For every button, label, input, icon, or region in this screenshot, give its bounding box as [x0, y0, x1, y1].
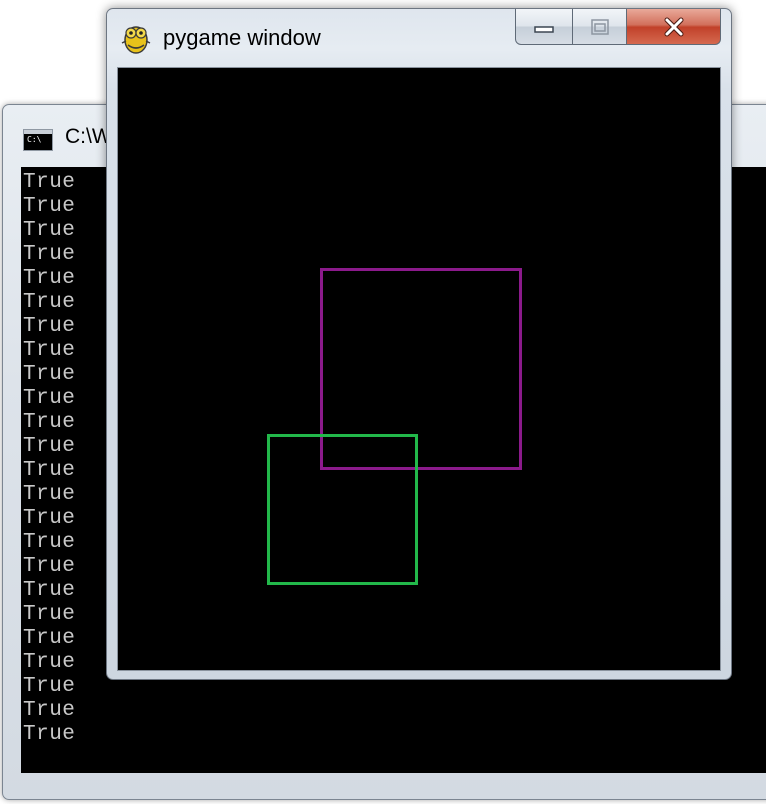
pygame-snake-icon: [121, 23, 151, 55]
console-line: True: [23, 483, 76, 506]
close-icon: [627, 9, 720, 44]
console-line: True: [23, 195, 76, 218]
pygame-canvas[interactable]: [117, 67, 721, 671]
pygame-window[interactable]: pygame window: [106, 8, 732, 680]
console-line: True: [23, 387, 76, 410]
console-line: True: [23, 435, 76, 458]
console-line: True: [23, 219, 76, 242]
console-line: True: [23, 315, 76, 338]
maximize-button[interactable]: [573, 9, 627, 45]
console-line: True: [23, 363, 76, 386]
console-icon: C:\: [23, 129, 53, 151]
caption-buttons: [515, 9, 721, 49]
console-line: True: [23, 555, 76, 578]
green-rectangle: [267, 434, 418, 585]
console-line: True: [23, 171, 76, 194]
console-line: True: [23, 411, 76, 434]
minimize-icon: [516, 9, 572, 44]
console-line: True: [23, 459, 76, 482]
console-line: True: [23, 339, 76, 362]
console-line: True: [23, 723, 76, 746]
console-icon-label: C:\: [27, 135, 42, 144]
console-line: True: [23, 627, 76, 650]
console-line: True: [23, 579, 76, 602]
maximize-icon: [573, 9, 626, 44]
console-line: True: [23, 243, 76, 266]
console-title: C:\W: [65, 125, 112, 148]
console-line: True: [23, 651, 76, 674]
desktop: C:\ C:\W True True True True True True True Tru…: [0, 0, 766, 804]
console-line: True: [23, 675, 76, 698]
console-line: True: [23, 267, 76, 290]
console-line: True: [23, 507, 76, 530]
pygame-titlebar[interactable]: pygame window: [107, 9, 731, 67]
close-button[interactable]: [627, 9, 721, 45]
pygame-title: pygame window: [163, 25, 321, 50]
console-line: True: [23, 699, 76, 722]
console-line: True: [23, 603, 76, 626]
console-output-lines: True True True True True True True True True True…: [23, 171, 75, 747]
minimize-button[interactable]: [515, 9, 573, 45]
console-line: True: [23, 531, 76, 554]
console-line: True: [23, 291, 76, 314]
